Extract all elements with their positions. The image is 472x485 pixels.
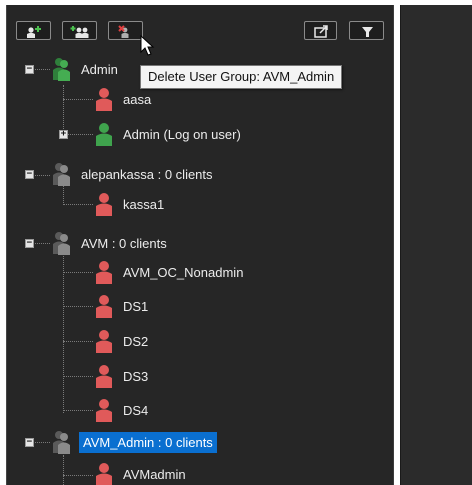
tree-user-label: kassa1 [123, 196, 165, 212]
tree-user-item[interactable]: kassa1 [93, 190, 164, 218]
tree-line [35, 69, 50, 70]
tree-user-item[interactable]: Admin (Log on user) [93, 120, 241, 148]
add-user-button[interactable] [16, 21, 51, 40]
export-icon [314, 25, 328, 38]
tree-line [63, 272, 93, 273]
tree-line [63, 475, 93, 476]
collapse-toggle[interactable]: − [25, 65, 34, 74]
user-group-icon [53, 431, 70, 454]
tree-line [63, 376, 93, 377]
user-icon [96, 399, 112, 422]
filter-icon [362, 27, 373, 37]
user-group-icon [53, 232, 70, 255]
tree-user-item[interactable]: DS3 [93, 362, 148, 390]
tree-user-label: DS2 [123, 333, 149, 349]
tree-group-label: alepankassa : 0 clients [81, 166, 213, 182]
tree-user-item[interactable]: DS2 [93, 327, 148, 355]
tree-line [63, 204, 93, 205]
tree-line [63, 306, 93, 307]
tree-line [63, 410, 93, 411]
tree-group-label: AVM : 0 clients [81, 235, 167, 251]
tree-user-label: DS3 [123, 368, 149, 384]
tree-user-label: Admin (Log on user) [123, 126, 241, 142]
tree-group-alepankassa[interactable]: alepankassa : 0 clients [51, 160, 213, 188]
user-icon [96, 365, 112, 388]
tree-user-item[interactable]: aasa [93, 85, 151, 113]
tree-group-avm-admin[interactable]: AVM_Admin : 0 clients [51, 428, 217, 456]
delete-user-group-button[interactable] [108, 21, 143, 40]
collapse-toggle[interactable]: − [25, 438, 34, 447]
user-icon [96, 88, 112, 111]
tree-group-avm[interactable]: AVM : 0 clients [51, 229, 167, 257]
user-icon [96, 295, 112, 318]
user-group-icon [53, 163, 70, 186]
user-group-icon [53, 58, 70, 81]
filter-button[interactable] [349, 21, 384, 40]
delete-group-icon [118, 25, 129, 38]
tree-user-label: aasa [123, 91, 152, 107]
collapse-toggle[interactable]: − [25, 239, 34, 248]
tree-group-label: Admin [81, 61, 118, 77]
tree-user-label: AVMadmin [123, 466, 186, 482]
users-panel: − Admin aasa + Admin (Log on user) − ale… [6, 5, 394, 485]
mouse-cursor-icon [140, 35, 155, 56]
tree-line [35, 243, 50, 244]
tree-group-admin[interactable]: Admin [51, 55, 118, 83]
user-icon [96, 463, 112, 485]
tree-line [63, 341, 93, 342]
user-icon [96, 123, 112, 146]
expand-toggle[interactable]: + [59, 130, 68, 139]
tree-group-label: AVM_Admin : 0 clients [79, 431, 217, 453]
tree-user-item[interactable]: AVMadmin [93, 460, 186, 485]
tree-line [63, 253, 64, 413]
tree-user-label: DS1 [123, 298, 149, 314]
tree-line [35, 442, 50, 443]
user-icon [96, 193, 112, 216]
tree-user-item[interactable]: DS1 [93, 292, 148, 320]
user-icon [96, 330, 112, 353]
tree-line [35, 175, 50, 176]
tree-user-label: AVM_OC_Nonadmin [123, 264, 244, 280]
collapse-toggle[interactable]: − [25, 170, 34, 179]
tree-user-item[interactable]: AVM_OC_Nonadmin [93, 258, 243, 286]
user-icon [96, 261, 112, 284]
tree-line [63, 455, 64, 485]
tree-user-label: DS4 [123, 402, 149, 418]
add-user-group-button[interactable] [62, 21, 97, 40]
add-user-icon [27, 26, 41, 38]
add-group-icon [70, 26, 89, 38]
tree-user-item[interactable]: DS4 [93, 396, 148, 424]
export-button[interactable] [304, 21, 337, 40]
tree-line [63, 99, 93, 100]
tooltip: Delete User Group: AVM_Admin [140, 65, 343, 89]
main-area [400, 5, 472, 485]
